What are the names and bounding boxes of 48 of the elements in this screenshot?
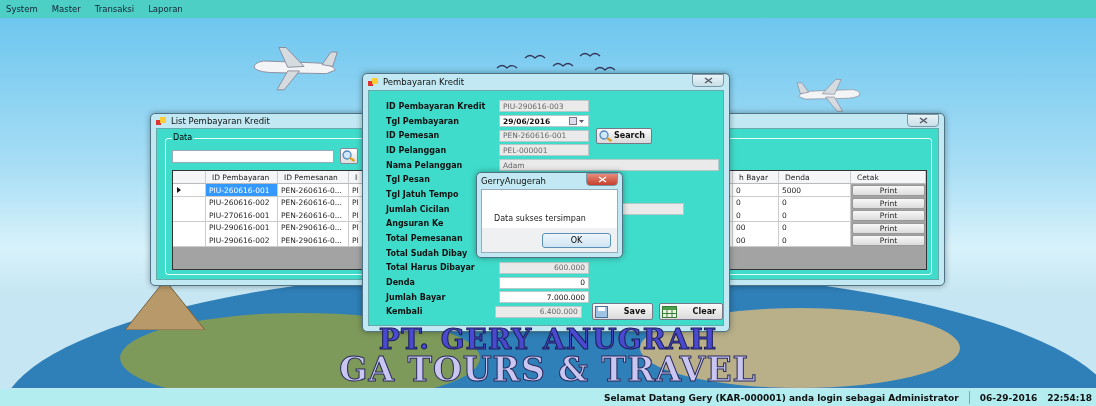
field-label: Denda: [386, 278, 416, 288]
ok-button[interactable]: OK: [542, 232, 611, 248]
group-label: Data: [172, 133, 194, 142]
airplane-drawing: [795, 76, 863, 114]
field-label: Nama Pelanggan: [386, 160, 464, 170]
app-icon: [156, 116, 166, 126]
close-button[interactable]: [907, 114, 939, 127]
field-label: Angsuran Ke: [386, 219, 445, 229]
status-message: Selamat Datang Gery (KAR-000001) anda login sebagai Administrator: [604, 392, 959, 403]
save-button[interactable]: Save: [591, 303, 653, 321]
menu-item[interactable]: System: [6, 4, 38, 14]
field-label: Total Pemesanan: [386, 234, 464, 244]
status-date: 06-29-2016: [979, 392, 1038, 403]
app-icon: [368, 77, 378, 87]
field-label: Kembali: [386, 307, 424, 317]
floppy-icon: [594, 305, 608, 318]
status-time: 22:54:18: [1047, 392, 1092, 403]
field-label: Tgl Pembayaran: [386, 116, 460, 126]
menu-item[interactable]: Master: [51, 4, 81, 14]
field-label: Total Harus Dibayar: [386, 263, 476, 273]
field-label: Tgl Jatuh Tempo: [386, 189, 460, 199]
search-field[interactable]: [172, 149, 334, 163]
field-label: Jumlah Bayar: [386, 292, 447, 302]
dialog-title: GerryAnugerah: [481, 176, 546, 186]
search-icon: [342, 150, 356, 162]
menu-item[interactable]: Transaksi: [94, 4, 135, 14]
calendar-icon: [569, 117, 585, 126]
search-icon: [599, 129, 613, 142]
window-title: List Pembayaran Kredit: [171, 116, 270, 126]
field-label: ID Pembayaran Kredit: [386, 101, 487, 111]
row-pointer-icon: [177, 187, 181, 193]
row-header[interactable]: [173, 184, 206, 197]
close-button[interactable]: [586, 173, 618, 186]
close-icon: [918, 117, 928, 124]
field-label: Total Sudah Dibay: [386, 248, 469, 258]
close-button[interactable]: [692, 74, 724, 87]
field-label: ID Pelanggan: [386, 145, 448, 155]
search-button[interactable]: Search: [596, 127, 652, 144]
search-button[interactable]: [340, 148, 358, 164]
field-label: Jumlah Cicilan: [386, 204, 451, 214]
close-icon: [597, 176, 607, 183]
clear-button[interactable]: Clear: [658, 303, 723, 321]
menu-item[interactable]: Laporan: [148, 4, 183, 14]
table-icon: [661, 305, 677, 318]
close-icon: [703, 77, 713, 84]
field-label: ID Pemesan: [386, 131, 441, 141]
dialog-message: Data sukses tersimpan: [494, 214, 586, 223]
window-title: Pembayaran Kredit: [383, 77, 465, 87]
